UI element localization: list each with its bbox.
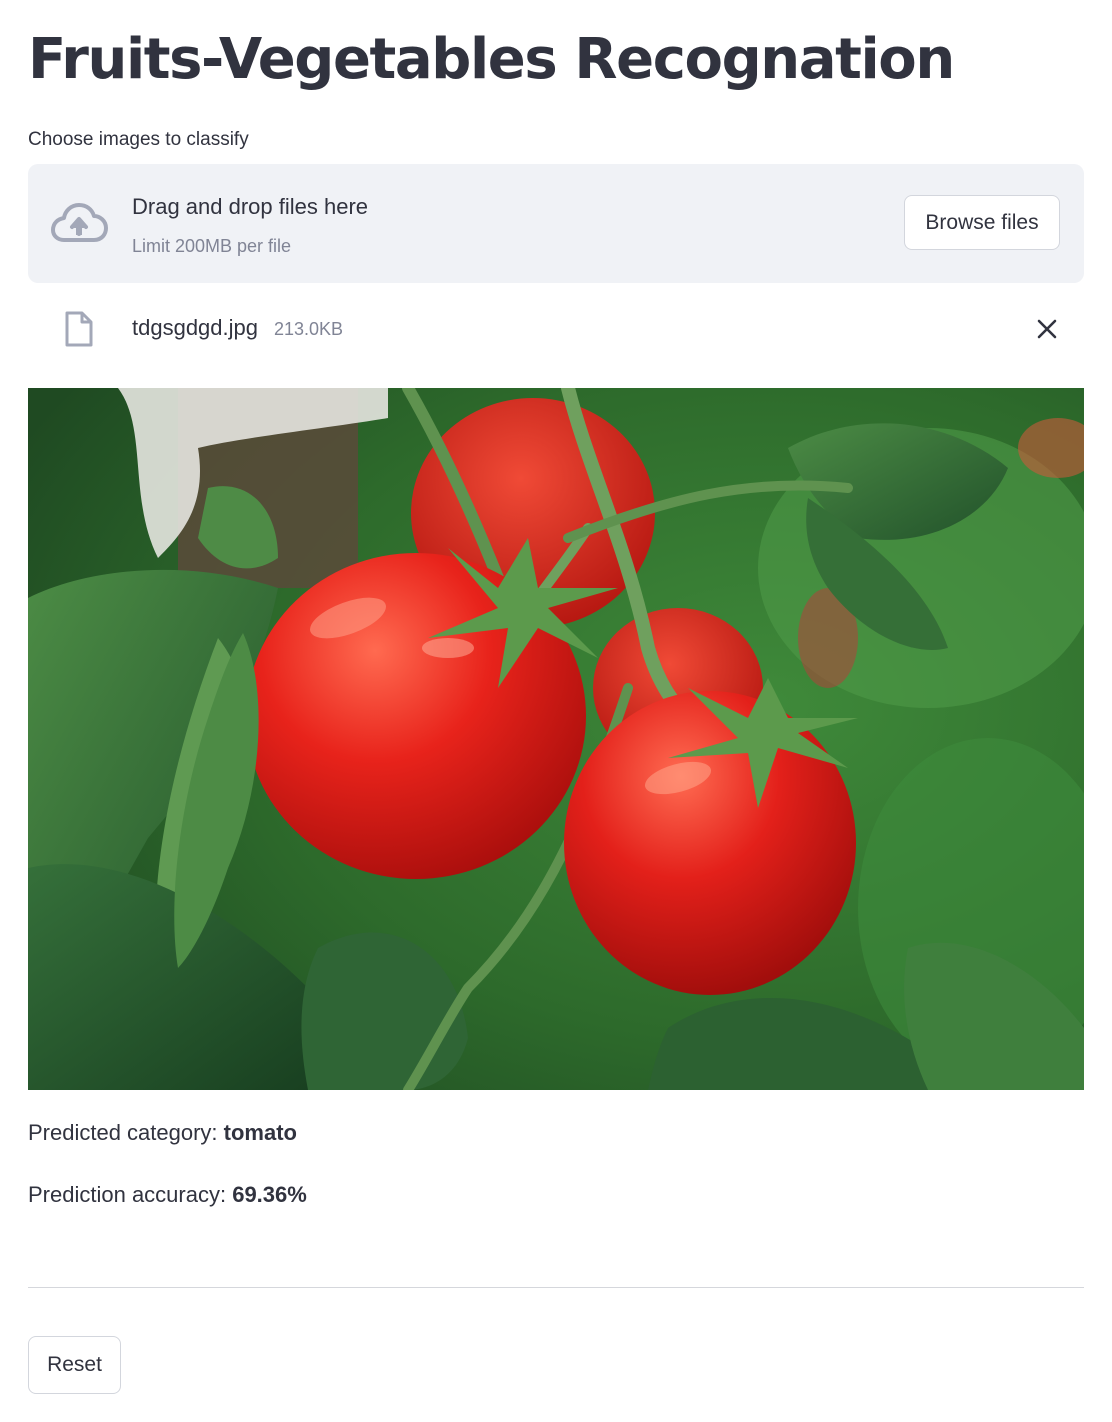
predicted-category-value: tomato (223, 1120, 297, 1145)
predicted-category: Predicted category: tomato (28, 1118, 297, 1148)
dropzone-instructions: Drag and drop files here (132, 194, 369, 219)
close-icon[interactable] (1036, 318, 1058, 340)
file-icon (65, 311, 93, 347)
app-page: Fruits-Vegetables Recognation Choose ima… (0, 0, 1112, 1422)
tomato-photo (28, 388, 1084, 1090)
prediction-accuracy-value: 69.36% (232, 1182, 307, 1207)
uploaded-file-row: tdgsgdgd.jpg 213.0KB (28, 296, 1084, 362)
uploaded-file-name: tdgsgdgd.jpg (132, 315, 258, 340)
divider (28, 1287, 1084, 1288)
browse-files-button[interactable]: Browse files (904, 195, 1060, 250)
predicted-category-label: Predicted category: (28, 1120, 224, 1145)
prediction-accuracy: Prediction accuracy: 69.36% (28, 1180, 307, 1210)
reset-button[interactable]: Reset (28, 1336, 121, 1394)
prediction-accuracy-label: Prediction accuracy: (28, 1182, 233, 1207)
uploaded-file-size: 213.0KB (274, 319, 344, 339)
cloud-upload-icon (51, 203, 108, 242)
page-title: Fruits-Vegetables Recognation (28, 27, 955, 92)
uploaded-image (28, 388, 1084, 1090)
dropzone-limit: Limit 200MB per file (132, 236, 292, 256)
uploader-label: Choose images to classify (28, 129, 249, 150)
file-dropzone[interactable]: Drag and drop files here Limit 200MB per… (28, 164, 1084, 283)
